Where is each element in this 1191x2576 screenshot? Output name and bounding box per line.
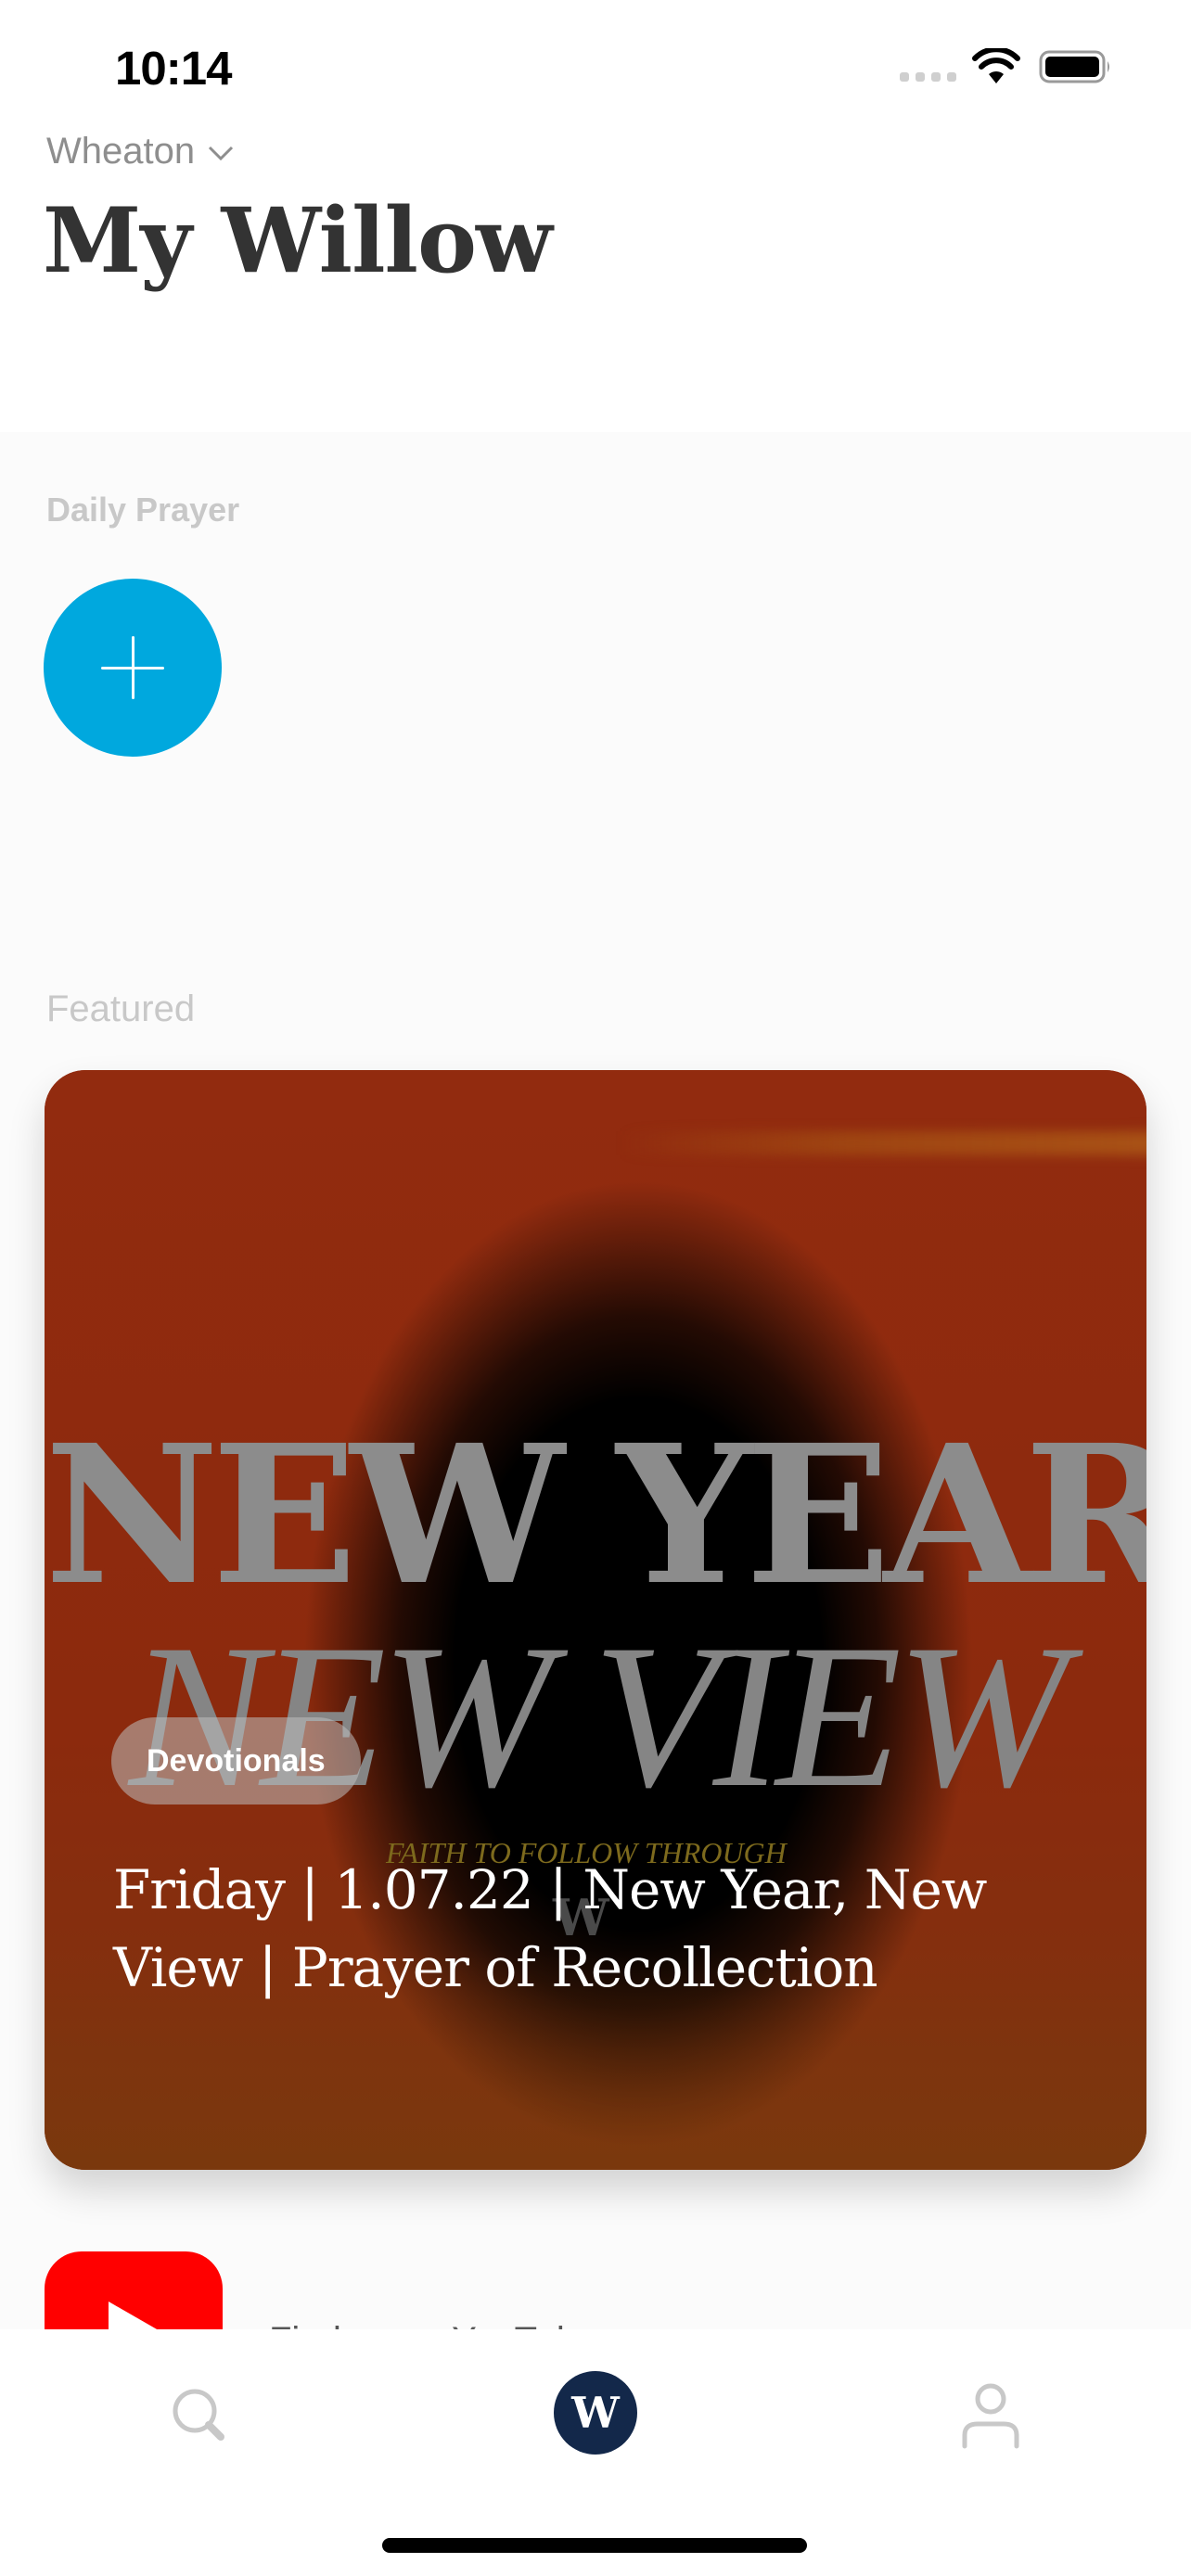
- location-label: Wheaton: [46, 131, 196, 172]
- battery-icon: [1039, 50, 1113, 83]
- tab-search[interactable]: [141, 2366, 252, 2478]
- card-title: Friday | 1.07.22 | New Year, New View | …: [113, 1858, 987, 1999]
- category-badge[interactable]: Devotionals: [111, 1717, 361, 1804]
- artwork-headline: NEW YEAR: [45, 1403, 1146, 1627]
- location-selector[interactable]: Wheaton: [46, 128, 234, 174]
- svg-text:W: W: [570, 2388, 621, 2438]
- tab-bar: W: [0, 2329, 1191, 2576]
- featured-card[interactable]: NEW YEAR NEW VIEW FAITH TO FOLLOW THROUG…: [45, 1070, 1146, 2170]
- willow-logo-icon: W: [554, 2371, 637, 2455]
- tab-home[interactable]: W: [540, 2366, 651, 2478]
- status-time: 10:14: [115, 42, 232, 95]
- page-title: My Willow: [43, 188, 553, 293]
- add-prayer-button[interactable]: [44, 579, 222, 757]
- person-icon: [962, 2383, 1019, 2449]
- search-icon: [173, 2389, 224, 2441]
- daily-prayer-heading: Daily Prayer: [46, 491, 240, 529]
- cellular-signal-icon: [900, 72, 956, 82]
- home-indicator: [382, 2538, 807, 2553]
- chevron-down-icon: [209, 146, 234, 161]
- wifi-icon: [972, 46, 1020, 85]
- artwork-light-streak: [620, 1131, 1146, 1155]
- featured-heading: Featured: [46, 988, 196, 1029]
- tab-profile[interactable]: [935, 2366, 1046, 2478]
